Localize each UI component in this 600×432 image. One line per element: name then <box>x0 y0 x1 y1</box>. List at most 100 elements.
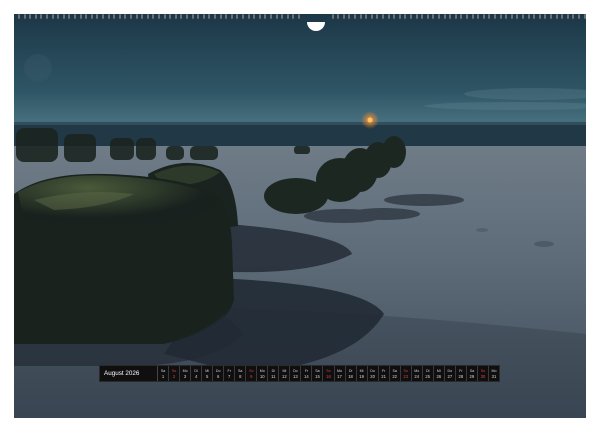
binding-loop <box>365 14 368 19</box>
binding-loop <box>253 14 256 19</box>
day-number: 23 <box>403 373 409 379</box>
calendar-day: So 16 <box>323 366 335 381</box>
binding-loop <box>130 14 132 19</box>
calendar-day: So 23 <box>401 366 412 381</box>
calendar-day: So 30 <box>478 366 489 381</box>
binding-loop <box>141 14 144 19</box>
binding-loop <box>583 14 586 19</box>
calendar-strip: August 2026 Sa 1 So 2 Mo 3 Di 4 Mi 5 Do 6 Fr 7 Sa 8 So 9 M… <box>99 365 500 382</box>
binding-loop <box>398 14 401 19</box>
calendar-day: Do 20 <box>368 366 379 381</box>
binding-loop <box>337 14 340 19</box>
day-number: 16 <box>326 373 331 379</box>
binding-loop <box>572 14 575 19</box>
day-number: 27 <box>447 373 453 379</box>
binding-loop <box>230 14 233 19</box>
calendar-day: Sa 22 <box>390 366 401 381</box>
binding-loop <box>68 14 71 19</box>
binding-loop <box>158 14 160 19</box>
binding-loop <box>85 14 88 19</box>
calendar-day: Sa 1 <box>158 366 170 381</box>
binding-loop <box>23 14 26 19</box>
calendar-day: Mo 24 <box>412 366 423 381</box>
calendar-day: Di 25 <box>423 366 434 381</box>
binding-loop <box>494 14 496 19</box>
calendar-day: Do 6 <box>213 366 225 381</box>
day-number: 10 <box>259 373 265 379</box>
day-number: 9 <box>250 373 253 379</box>
binding-loop <box>566 14 569 19</box>
calendar-day: Mo 10 <box>257 366 269 381</box>
binding-loop <box>124 14 127 19</box>
day-number: 17 <box>337 373 342 379</box>
binding-loop <box>118 14 121 19</box>
binding-loop <box>169 14 172 19</box>
day-number: 28 <box>458 373 464 379</box>
calendar-day: Do 27 <box>445 366 456 381</box>
calendar-day: Di 4 <box>191 366 203 381</box>
binding-loop <box>46 14 48 19</box>
day-number: 1 <box>161 373 165 379</box>
binding-loop <box>135 14 138 19</box>
binding-loop <box>410 14 412 19</box>
binding-loop <box>516 14 519 19</box>
day-number: 4 <box>194 373 198 379</box>
beach-photo <box>14 14 586 418</box>
calendar-day: Mo 17 <box>335 366 346 381</box>
day-number: 30 <box>480 373 486 379</box>
binding-loop <box>275 14 278 19</box>
binding-loop <box>426 14 429 19</box>
day-number: 21 <box>381 373 386 379</box>
binding-loop <box>370 14 373 19</box>
binding-loop <box>107 14 110 19</box>
day-number: 11 <box>271 373 276 379</box>
binding-loop <box>74 14 76 19</box>
calendar-day: Sa 15 <box>312 366 324 381</box>
calendar-day: Sa 29 <box>467 366 478 381</box>
binding-loop <box>180 14 183 19</box>
binding-loop <box>499 14 502 19</box>
binding-loop <box>538 14 541 19</box>
binding-loop <box>225 14 228 19</box>
binding-loop <box>219 14 222 19</box>
binding-loop <box>454 14 457 19</box>
calendar-page: August 2026 Sa 1 So 2 Mo 3 Di 4 Mi 5 Do 6 Fr 7 Sa 8 So 9 M… <box>0 0 600 432</box>
binding-loop <box>354 14 356 19</box>
day-number: 13 <box>293 373 298 379</box>
binding-loop <box>533 14 536 19</box>
day-number: 3 <box>183 373 187 379</box>
binding-loop <box>348 14 351 19</box>
binding-loop <box>404 14 407 19</box>
binding-loop <box>449 14 452 19</box>
binding-loop <box>51 14 54 19</box>
day-number: 22 <box>392 373 397 379</box>
binding-loop <box>298 14 300 19</box>
calendar-day: Mo 3 <box>180 366 192 381</box>
calendar-day: So 2 <box>169 366 181 381</box>
day-number: 20 <box>370 373 375 379</box>
binding-loop <box>342 14 345 19</box>
binding-loop <box>113 14 116 19</box>
calendar-day: Mo 31 <box>489 366 499 381</box>
binding-loop <box>186 14 188 19</box>
calendar-day: Do 13 <box>290 366 302 381</box>
binding-loop <box>387 14 390 19</box>
calendar-day: Di 11 <box>268 366 280 381</box>
binding-loop <box>247 14 250 19</box>
binding-loop <box>460 14 463 19</box>
binding-loop <box>286 14 289 19</box>
calendar-day: Fr 28 <box>456 366 467 381</box>
binding-loop <box>376 14 379 19</box>
binding-loop <box>264 14 267 19</box>
binding-loop <box>96 14 99 19</box>
day-number: 15 <box>315 373 320 379</box>
binding-loop <box>236 14 239 19</box>
calendar-day: Mi 5 <box>202 366 214 381</box>
calendar-day: Mi 19 <box>357 366 368 381</box>
binding-loop <box>438 14 440 19</box>
binding-loop <box>152 14 155 19</box>
day-number: 24 <box>414 373 420 379</box>
binding-loop <box>214 14 216 19</box>
binding-loop <box>359 14 362 19</box>
binding-loop <box>270 14 272 19</box>
